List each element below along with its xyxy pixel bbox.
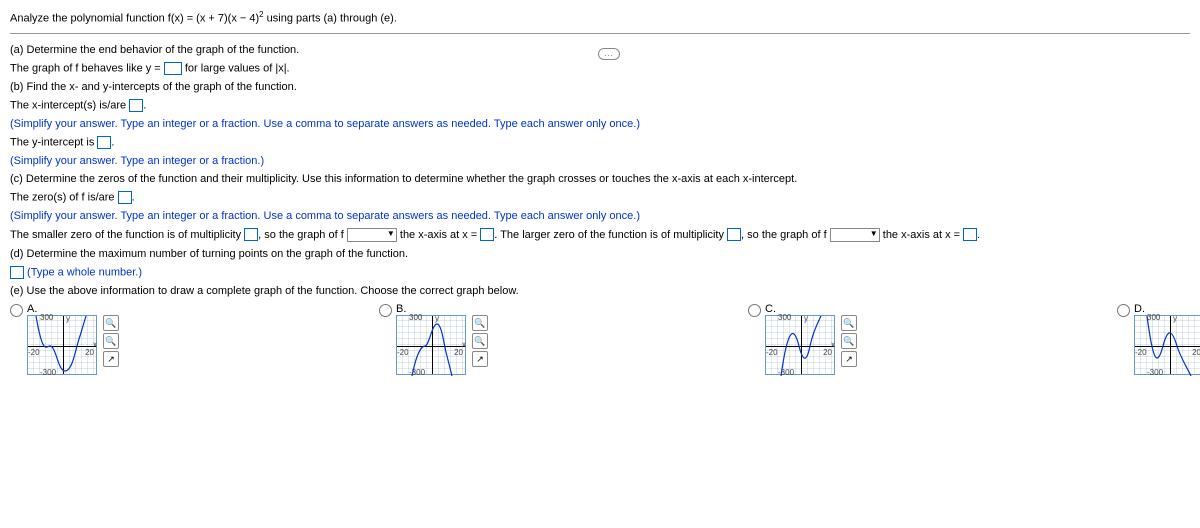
b-y-hint: (Simplify your answer. Type an integer o…: [10, 155, 1190, 167]
c-m4: . The larger zero of the function is of …: [494, 229, 727, 241]
c-m3: the x-axis at x =: [397, 229, 480, 241]
graph-d: 300 -300 y x -20 20: [1134, 315, 1200, 375]
option-b[interactable]: B. 300 -300 y x -20 20 🔍 🔍 ↗: [379, 303, 488, 375]
graph-options: A. 300 -300 y x -20 20 🔍 🔍 ↗: [10, 303, 1190, 375]
part-c-multiplicity: The smaller zero of the function is of m…: [10, 228, 1190, 242]
graph-a: 300 -300 y x -20 20: [27, 315, 97, 375]
a-text-1: The graph of f behaves like y =: [10, 62, 164, 74]
zeros-input[interactable]: [118, 191, 132, 204]
radio-a[interactable]: [10, 304, 23, 317]
option-a[interactable]: A. 300 -300 y x -20 20 🔍 🔍 ↗: [10, 303, 119, 375]
large-behavior-select[interactable]: [830, 228, 880, 242]
part-a-answer: The graph of f behaves like y = for larg…: [10, 62, 1190, 75]
expand-icon[interactable]: ↗: [472, 351, 488, 367]
zoom-in-icon[interactable]: 🔍: [841, 315, 857, 331]
radio-b[interactable]: [379, 304, 392, 317]
zoom-out-icon[interactable]: 🔍: [841, 333, 857, 349]
option-c[interactable]: C. 300 -300 y x -20 20 🔍 🔍 ↗: [748, 303, 857, 375]
ellipsis-button[interactable]: …: [598, 48, 620, 60]
c-m7: .: [977, 229, 980, 241]
c-m5: , so the graph of f: [741, 229, 830, 241]
c-z-post: .: [132, 191, 135, 203]
a-text-2: for large values of |x|.: [182, 62, 290, 74]
expand-icon[interactable]: ↗: [841, 351, 857, 367]
part-b-question: (b) Find the x- and y-intercepts of the …: [10, 81, 1190, 93]
option-d[interactable]: D. 300 -300 y x -20 20 🔍 🔍 ↗: [1117, 303, 1200, 375]
zoom-in-icon[interactable]: 🔍: [472, 315, 488, 331]
main-prompt: Analyze the polynomial function f(x) = (…: [10, 10, 1190, 25]
small-x-input[interactable]: [480, 228, 494, 241]
part-d-question: (d) Determine the maximum number of turn…: [10, 248, 1190, 260]
prompt-pre: Analyze the polynomial function f(x) = (…: [10, 13, 259, 25]
b-x-post: .: [143, 99, 146, 111]
turning-points-input[interactable]: [10, 266, 24, 279]
large-mult-input[interactable]: [727, 228, 741, 241]
c-m6: the x-axis at x =: [880, 229, 963, 241]
c-z-hint: (Simplify your answer. Type an integer o…: [10, 210, 1190, 222]
c-m1: The smaller zero of the function is of m…: [10, 229, 244, 241]
zoom-out-icon[interactable]: 🔍: [103, 333, 119, 349]
small-behavior-select[interactable]: [347, 228, 397, 242]
part-b-y: The y-intercept is .: [10, 136, 1190, 149]
large-x-input[interactable]: [963, 228, 977, 241]
b-y-pre: The y-intercept is: [10, 136, 97, 148]
part-d-answer: (Type a whole number.): [10, 266, 1190, 279]
part-e-question: (e) Use the above information to draw a …: [10, 285, 1190, 297]
part-c-question: (c) Determine the zeros of the function …: [10, 173, 1190, 185]
b-y-post: .: [111, 136, 114, 148]
d-hint: (Type a whole number.): [24, 266, 142, 278]
radio-d[interactable]: [1117, 304, 1130, 317]
part-c-zeros: The zero(s) of f is/are .: [10, 191, 1190, 204]
graph-c: 300 -300 y x -20 20: [765, 315, 835, 375]
zoom-out-icon[interactable]: 🔍: [472, 333, 488, 349]
c-z-pre: The zero(s) of f is/are: [10, 191, 118, 203]
expand-icon[interactable]: ↗: [103, 351, 119, 367]
part-b-x: The x-intercept(s) is/are .: [10, 99, 1190, 112]
graph-b: 300 -300 y x -20 20: [396, 315, 466, 375]
end-behavior-input[interactable]: [164, 62, 182, 75]
small-mult-input[interactable]: [244, 228, 258, 241]
zoom-in-icon[interactable]: 🔍: [103, 315, 119, 331]
radio-c[interactable]: [748, 304, 761, 317]
b-x-hint: (Simplify your answer. Type an integer o…: [10, 118, 1190, 130]
y-intercept-input[interactable]: [97, 136, 111, 149]
c-m2: , so the graph of f: [258, 229, 347, 241]
divider: [10, 33, 1190, 34]
b-x-pre: The x-intercept(s) is/are: [10, 99, 129, 111]
prompt-post: using parts (a) through (e).: [264, 13, 397, 25]
x-intercept-input[interactable]: [129, 99, 143, 112]
label-d: D.: [1134, 303, 1200, 315]
